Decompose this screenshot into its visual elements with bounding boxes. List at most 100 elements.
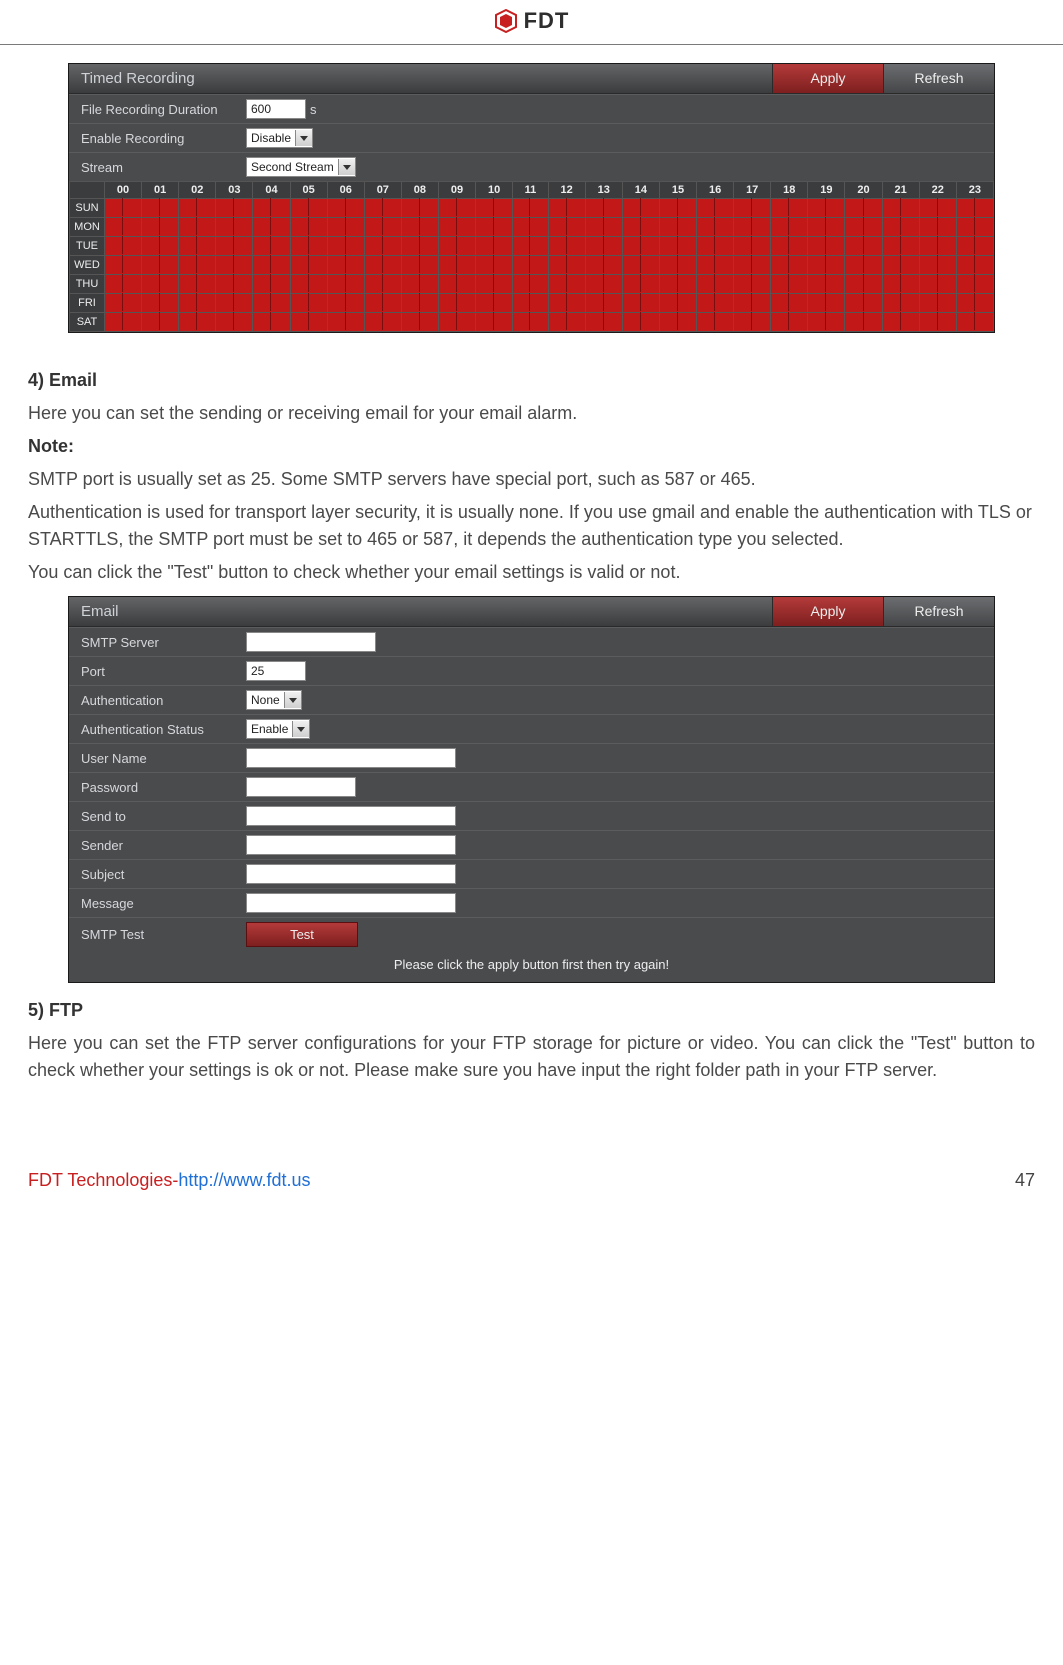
message-input[interactable] [246,893,456,913]
schedule-cell[interactable] [882,313,919,332]
schedule-cell[interactable] [364,294,401,313]
schedule-cell[interactable] [548,313,585,332]
refresh-button[interactable]: Refresh [883,64,994,93]
schedule-cell[interactable] [622,313,659,332]
schedule-cell[interactable] [179,256,216,275]
schedule-cell[interactable] [622,275,659,294]
schedule-cell[interactable] [697,294,734,313]
schedule-cell[interactable] [142,275,179,294]
schedule-cell[interactable] [364,199,401,218]
schedule-cell[interactable] [216,199,253,218]
apply-button[interactable]: Apply [772,597,883,626]
schedule-cell[interactable] [919,218,956,237]
schedule-cell[interactable] [290,275,327,294]
schedule-cell[interactable] [771,237,808,256]
schedule-cell[interactable] [548,294,585,313]
schedule-cell[interactable] [476,275,513,294]
port-input[interactable] [246,661,306,681]
schedule-cell[interactable] [142,313,179,332]
schedule-cell[interactable] [585,199,622,218]
schedule-cell[interactable] [438,218,475,237]
schedule-cell[interactable] [513,275,548,294]
schedule-cell[interactable] [808,237,845,256]
schedule-cell[interactable] [771,294,808,313]
schedule-cell[interactable] [845,237,882,256]
schedule-cell[interactable] [734,237,771,256]
apply-button[interactable]: Apply [772,64,883,93]
schedule-cell[interactable] [622,199,659,218]
schedule-cell[interactable] [513,294,548,313]
schedule-cell[interactable] [771,275,808,294]
schedule-cell[interactable] [659,256,696,275]
schedule-cell[interactable] [882,275,919,294]
schedule-cell[interactable] [216,256,253,275]
schedule-cell[interactable] [179,275,216,294]
duration-input[interactable] [246,99,306,119]
schedule-cell[interactable] [364,275,401,294]
schedule-cell[interactable] [142,218,179,237]
refresh-button[interactable]: Refresh [883,597,994,626]
schedule-cell[interactable] [771,313,808,332]
schedule-cell[interactable] [327,237,364,256]
schedule-cell[interactable] [919,237,956,256]
schedule-cell[interactable] [142,237,179,256]
schedule-cell[interactable] [548,275,585,294]
auth-status-select[interactable]: Enable [246,719,310,739]
schedule-cell[interactable] [253,294,290,313]
schedule-cell[interactable] [622,237,659,256]
sendto-input[interactable] [246,806,456,826]
schedule-table[interactable]: 0001020304050607080910111213141516171819… [69,181,994,332]
schedule-cell[interactable] [659,313,696,332]
sender-input[interactable] [246,835,456,855]
schedule-cell[interactable] [585,218,622,237]
schedule-cell[interactable] [956,237,993,256]
schedule-cell[interactable] [476,237,513,256]
schedule-cell[interactable] [808,256,845,275]
schedule-cell[interactable] [882,294,919,313]
schedule-cell[interactable] [401,275,438,294]
schedule-cell[interactable] [734,294,771,313]
schedule-cell[interactable] [548,218,585,237]
schedule-cell[interactable] [253,237,290,256]
schedule-cell[interactable] [290,199,327,218]
schedule-cell[interactable] [290,237,327,256]
schedule-cell[interactable] [401,294,438,313]
schedule-cell[interactable] [179,313,216,332]
schedule-cell[interactable] [919,275,956,294]
schedule-cell[interactable] [216,218,253,237]
schedule-cell[interactable] [364,313,401,332]
schedule-cell[interactable] [438,313,475,332]
schedule-cell[interactable] [659,218,696,237]
schedule-cell[interactable] [882,218,919,237]
schedule-cell[interactable] [919,199,956,218]
schedule-cell[interactable] [882,237,919,256]
schedule-cell[interactable] [476,313,513,332]
schedule-cell[interactable] [697,218,734,237]
schedule-cell[interactable] [734,313,771,332]
schedule-cell[interactable] [105,199,142,218]
schedule-cell[interactable] [882,256,919,275]
schedule-cell[interactable] [734,218,771,237]
schedule-cell[interactable] [253,275,290,294]
schedule-cell[interactable] [364,218,401,237]
test-button[interactable]: Test [246,922,358,947]
schedule-cell[interactable] [105,256,142,275]
schedule-cell[interactable] [845,294,882,313]
schedule-cell[interactable] [659,294,696,313]
schedule-cell[interactable] [438,199,475,218]
schedule-cell[interactable] [771,256,808,275]
schedule-cell[interactable] [179,294,216,313]
schedule-cell[interactable] [513,199,548,218]
schedule-cell[interactable] [622,256,659,275]
schedule-cell[interactable] [438,275,475,294]
schedule-cell[interactable] [364,256,401,275]
schedule-cell[interactable] [216,237,253,256]
schedule-cell[interactable] [438,256,475,275]
schedule-cell[interactable] [808,199,845,218]
schedule-cell[interactable] [290,256,327,275]
schedule-cell[interactable] [327,313,364,332]
schedule-cell[interactable] [919,313,956,332]
schedule-cell[interactable] [476,256,513,275]
schedule-cell[interactable] [513,218,548,237]
schedule-cell[interactable] [771,218,808,237]
